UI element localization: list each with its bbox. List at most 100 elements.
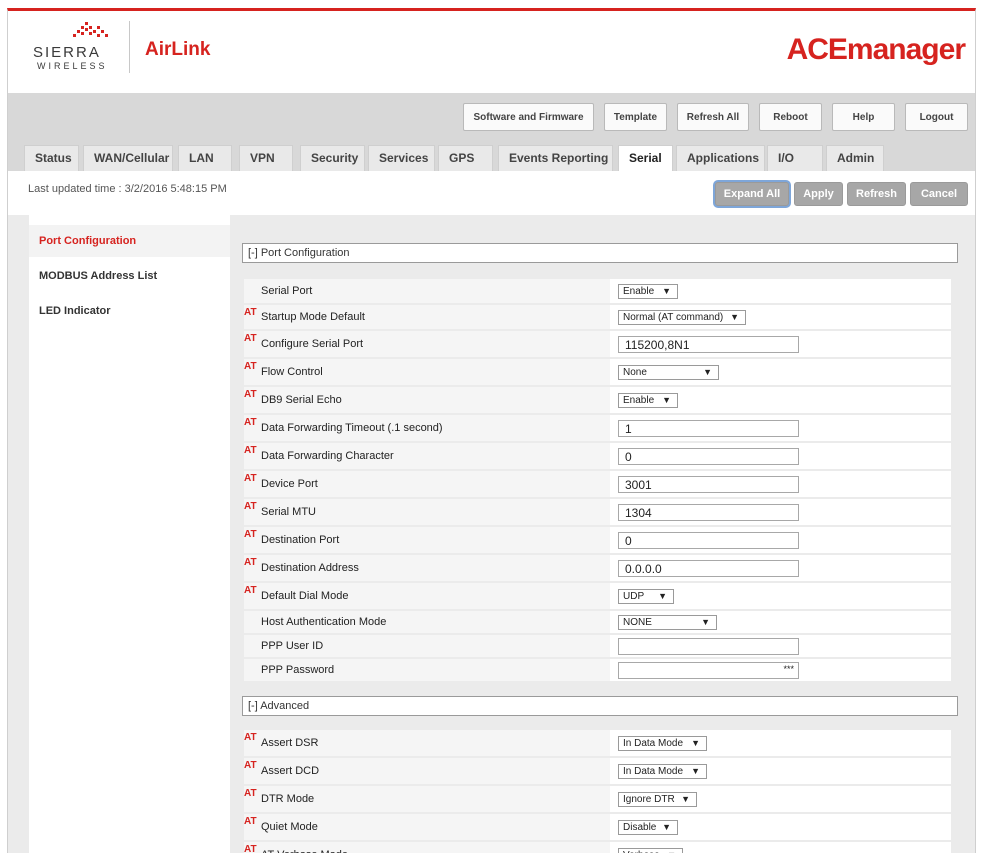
at-command-tag: AT bbox=[244, 333, 257, 344]
form-row-assert-dcd: AT Assert DCD In Data Mode ▼ bbox=[244, 758, 951, 784]
tab-admin[interactable]: Admin bbox=[826, 145, 884, 171]
form-row-host-authentication-mode: Host Authentication Mode NONE ▼ bbox=[244, 611, 951, 633]
nav-band: Software and Firmware Template Refresh A… bbox=[8, 93, 975, 172]
logo-divider bbox=[129, 21, 130, 73]
select-value: UDP bbox=[623, 591, 645, 602]
serial-port-select[interactable]: Enable ▼ bbox=[618, 284, 678, 299]
template-button[interactable]: Template bbox=[604, 103, 667, 131]
serial-mtu-input[interactable]: 1304 bbox=[618, 504, 799, 521]
dropdown-arrow-icon: ▼ bbox=[691, 766, 700, 776]
brand-top-text: SIERRA bbox=[33, 44, 101, 61]
ppp-user-id-input[interactable] bbox=[618, 638, 799, 655]
dropdown-arrow-icon: ▼ bbox=[691, 738, 700, 748]
field-label: Data Forwarding Character bbox=[261, 450, 394, 462]
help-button[interactable]: Help bbox=[832, 103, 895, 131]
select-value: Normal (AT command) bbox=[623, 312, 724, 323]
field-label: PPP Password bbox=[261, 664, 335, 676]
flow-control-select[interactable]: None ▼ bbox=[618, 365, 719, 380]
reboot-button[interactable]: Reboot bbox=[759, 103, 822, 131]
field-label: Quiet Mode bbox=[261, 821, 318, 833]
assert-dcd-select[interactable]: In Data Mode ▼ bbox=[618, 764, 707, 779]
sidebar-item-modbus-address-list[interactable]: MODBUS Address List bbox=[39, 270, 157, 282]
sidebar-item-led-indicator[interactable]: LED Indicator bbox=[39, 305, 111, 317]
select-value: Ignore DTR bbox=[623, 794, 675, 805]
cancel-button[interactable]: Cancel bbox=[910, 182, 968, 206]
at-command-tag: AT bbox=[244, 557, 257, 568]
content-area: Port Configuration MODBUS Address List L… bbox=[8, 215, 975, 853]
tab-vpn[interactable]: VPN bbox=[239, 145, 293, 171]
field-label: Host Authentication Mode bbox=[261, 616, 387, 628]
at-command-tag: AT bbox=[244, 307, 257, 318]
dropdown-arrow-icon: ▼ bbox=[703, 367, 712, 377]
refresh-all-button[interactable]: Refresh All bbox=[677, 103, 749, 131]
dropdown-arrow-icon: ▼ bbox=[662, 286, 671, 296]
destination-port-input[interactable]: 0 bbox=[618, 532, 799, 549]
tab-events-reporting[interactable]: Events Reporting bbox=[498, 145, 613, 171]
dropdown-arrow-icon: ▼ bbox=[701, 617, 710, 627]
host-authentication-mode-select[interactable]: NONE ▼ bbox=[618, 615, 717, 630]
sidebar-item-port-configuration[interactable]: Port Configuration bbox=[39, 235, 136, 247]
form-row-configure-serial-port: AT Configure Serial Port 115200,8N1 bbox=[244, 331, 951, 357]
ppp-password-input[interactable]: *** bbox=[618, 662, 799, 679]
field-label: Data Forwarding Timeout (.1 second) bbox=[261, 422, 443, 434]
at-command-tag: AT bbox=[244, 816, 257, 827]
software-firmware-button[interactable]: Software and Firmware bbox=[463, 103, 594, 131]
quiet-mode-select[interactable]: Disable ▼ bbox=[618, 820, 678, 835]
airlink-logo: AirLink bbox=[145, 39, 211, 60]
assert-dsr-select[interactable]: In Data Mode ▼ bbox=[618, 736, 707, 751]
tab-lan[interactable]: LAN bbox=[178, 145, 232, 171]
field-label: Assert DSR bbox=[261, 737, 319, 749]
logout-button[interactable]: Logout bbox=[905, 103, 968, 131]
apply-button[interactable]: Apply bbox=[794, 182, 843, 206]
field-label: Startup Mode Default bbox=[261, 311, 365, 323]
tab-applications[interactable]: Applications bbox=[676, 145, 765, 171]
field-label: Serial MTU bbox=[261, 506, 317, 518]
tab-wan-cellular[interactable]: WAN/Cellular bbox=[83, 145, 173, 171]
at-command-tag: AT bbox=[244, 529, 257, 540]
at-command-tag: AT bbox=[244, 732, 257, 743]
field-label: Serial Port bbox=[261, 285, 313, 297]
field-label: Device Port bbox=[261, 478, 318, 490]
at-command-tag: AT bbox=[244, 585, 257, 596]
port-configuration-section-header[interactable]: [-] Port Configuration bbox=[242, 243, 958, 263]
tab-io[interactable]: I/O bbox=[767, 145, 823, 171]
data-forwarding-character-input[interactable]: 0 bbox=[618, 448, 799, 465]
sierra-logo-mark-icon bbox=[73, 22, 108, 37]
form-row-serial-mtu: AT Serial MTU 1304 bbox=[244, 499, 951, 525]
at-command-tag: AT bbox=[244, 844, 257, 853]
tab-security[interactable]: Security bbox=[300, 145, 365, 171]
form-row-device-port: AT Device Port 3001 bbox=[244, 471, 951, 497]
tab-status[interactable]: Status bbox=[24, 145, 79, 171]
at-verbose-mode-select[interactable]: Verbose▼ bbox=[618, 848, 683, 853]
at-command-tag: AT bbox=[244, 788, 257, 799]
configure-serial-port-input[interactable]: 115200,8N1 bbox=[618, 336, 799, 353]
destination-address-input[interactable]: 0.0.0.0 bbox=[618, 560, 799, 577]
dropdown-arrow-icon: ▼ bbox=[662, 395, 671, 405]
default-dial-mode-select[interactable]: UDP ▼ bbox=[618, 589, 674, 604]
field-label: PPP User ID bbox=[261, 640, 324, 652]
refresh-button[interactable]: Refresh bbox=[847, 182, 906, 206]
select-value: In Data Mode bbox=[623, 738, 684, 749]
tab-serial[interactable]: Serial bbox=[618, 145, 673, 172]
db9-serial-echo-select[interactable]: Enable ▼ bbox=[618, 393, 678, 408]
tab-gps[interactable]: GPS bbox=[438, 145, 493, 171]
startup-mode-default-select[interactable]: Normal (AT command) ▼ bbox=[618, 310, 746, 325]
field-label: Assert DCD bbox=[261, 765, 320, 777]
advanced-section-header[interactable]: [-] Advanced bbox=[242, 696, 958, 716]
tab-services[interactable]: Services bbox=[368, 145, 435, 171]
field-label: Configure Serial Port bbox=[261, 338, 364, 350]
form-row-flow-control: AT Flow Control None ▼ bbox=[244, 359, 951, 385]
app-frame: SIERRA WIRELESS AirLink ACEmanager Softw… bbox=[7, 8, 976, 853]
form-row-destination-address: AT Destination Address 0.0.0.0 bbox=[244, 555, 951, 581]
select-value: NONE bbox=[623, 617, 652, 628]
form-row-db9-serial-echo: AT DB9 Serial Echo Enable ▼ bbox=[244, 387, 951, 413]
form-row-quiet-mode: AT Quiet Mode Disable ▼ bbox=[244, 814, 951, 840]
select-value: Disable bbox=[623, 822, 657, 833]
data-forwarding-timeout-1-second-input[interactable]: 1 bbox=[618, 420, 799, 437]
device-port-input[interactable]: 3001 bbox=[618, 476, 799, 493]
dtr-mode-select[interactable]: Ignore DTR ▼ bbox=[618, 792, 697, 807]
form-row-at-verbose-mode: AT AT Verbose Mode Verbose▼ bbox=[244, 842, 951, 853]
expand-all-button[interactable]: Expand All bbox=[715, 182, 789, 206]
sierra-wireless-logo: SIERRA WIRELESS bbox=[33, 22, 119, 72]
dropdown-arrow-icon: ▼ bbox=[730, 312, 739, 322]
